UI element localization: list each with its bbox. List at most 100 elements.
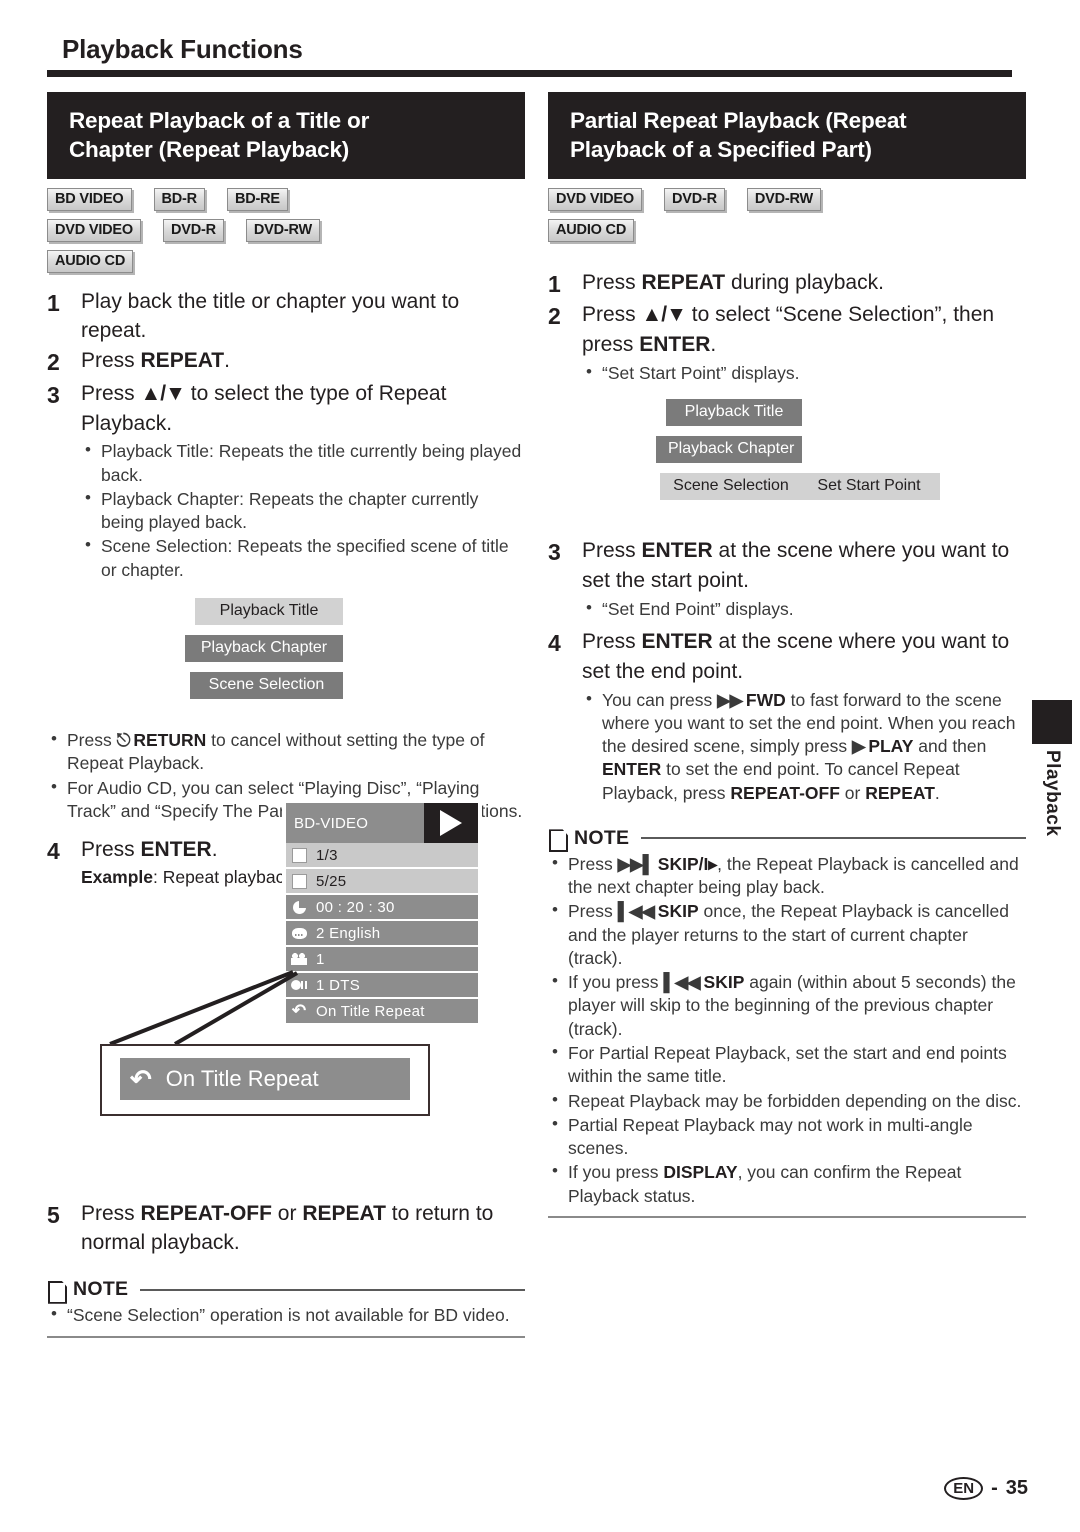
step-2: 2 Press REPEAT. [47,346,525,379]
step-text-a: Press [81,349,141,373]
disc-badge: BD VIDEO [47,187,132,211]
step-text: Press ▲/▼ to select the type of Repeat P… [81,379,525,439]
note-bottom-rule [47,1335,525,1338]
badge-row: AUDIO CD [548,218,1026,242]
step-number: 3 [47,381,60,408]
step-text-a: Press [582,303,642,327]
bullet-text-5: or [839,782,866,803]
bullet-item: You can press ▶▶ FWD to fast forward to … [582,688,1026,805]
disc-badge: AUDIO CD [548,218,635,242]
step-3: 3 Press ENTER at the scene where you wan… [548,536,1026,596]
bullet-item: “Set Start Point” displays. [582,361,1026,385]
bullet-item: Press ▶▶▌ SKIP/I▸, the Repeat Playback i… [548,852,1026,900]
key-name: ENTER [639,332,711,356]
running-head: Playback Functions [62,34,303,64]
step-number: 4 [548,629,561,656]
menu-chip-scene-selection[interactable]: Scene Selection [660,473,802,501]
osd-row-value: 5/25 [316,872,347,890]
badge-row: BD VIDEO BD-R BD-RE [47,187,525,211]
repeat-icon: ↶ [130,1064,152,1094]
time-clock-icon [286,900,312,914]
skip-back-icon: ▌◀◀ [663,972,704,993]
key-name: RETURN [133,730,207,750]
right-steps: 1 Press REPEAT during playback. 2 Press … [548,268,1026,386]
step-text: Press REPEAT during playback. [582,268,1026,301]
angle-camera-icon [286,953,312,965]
disc-badge: DVD-R [162,218,224,242]
note-rule [641,837,1026,840]
step-1: 1 Press REPEAT during playback. [548,268,1026,301]
disc-badge: DVD VIDEO [548,187,642,211]
key-name: ENTER [641,629,713,653]
osd-row-chapter: 5/25 [286,869,478,895]
title-square-icon [286,847,312,863]
step-text: Press ENTER at the scene where you want … [582,536,1026,596]
menu-chip-playback-chapter[interactable]: Playback Chapter [656,436,802,464]
disc-badge: BD-RE [226,187,288,211]
step-3: 3 Press ▲/▼ to select the type of Repeat… [47,379,525,439]
key-name: REPEAT-OFF [140,1201,272,1225]
audio-icon [286,979,312,991]
note-title: NOTE [574,826,630,849]
chip-row: Playback Title [47,598,525,635]
left-section-title: Repeat Playback of a Title or Chapter (R… [47,92,525,179]
key-name: REPEAT [865,782,935,803]
step-2: 2 Press ▲/▼ to select “Scene Selection”,… [548,300,1026,360]
disc-badge: AUDIO CD [47,249,134,273]
disc-badge: DVD-RW [245,218,321,242]
manual-page: Playback Functions Repeat Playback of a … [0,0,1080,1532]
menu-chip-scene-selection[interactable]: Scene Selection [190,672,343,699]
note-title: NOTE [73,1278,129,1301]
bullet-text-1: Press [568,901,618,922]
note-header: NOTE [47,1278,525,1301]
footer-separator: - [991,1477,998,1499]
note-bullets: “Scene Selection” operation is not avail… [47,1303,525,1327]
right-note-block: NOTE Press ▶▶▌ SKIP/I▸, the Repeat Playb… [548,827,1026,1218]
menu-chip-playback-title[interactable]: Playback Title [666,399,802,427]
menu-chip-playback-chapter[interactable]: Playback Chapter [185,635,343,662]
disc-badge: DVD VIDEO [47,218,141,242]
osd-row-value: 1 DTS [316,976,361,994]
note-bullets: Press ▶▶▌ SKIP/I▸, the Repeat Playback i… [548,852,1026,1208]
bullet-item: “Set End Point” displays. [582,597,1026,621]
return-icon: ⎋ [116,730,134,750]
osd-row-repeat: ↶ On Title Repeat [286,999,478,1023]
bullet-text-1: If you press [568,1162,664,1183]
callout-repeat-chip: ↶ On Title Repeat [120,1058,410,1100]
example-label: Example [81,866,153,887]
step-text-b: during playback. [725,270,884,294]
side-tab-label: Playback [1042,750,1063,837]
step-text: Press ENTER at the scene where you want … [582,627,1026,687]
osd-row-value: 2 English [316,924,381,942]
bullet-item: Repeat Playback may be forbidden dependi… [548,1089,1026,1113]
osd-row-angle: 1 [286,947,478,973]
key-name: REPEAT-OFF [730,782,840,803]
step-text-mid: or [271,1201,303,1225]
right-steps-2: 3 Press ENTER at the scene where you wan… [548,536,1026,805]
menu-chip-set-start-point[interactable]: Set Start Point [798,473,940,501]
bullet-item: Partial Repeat Playback may not work in … [548,1113,1026,1161]
updown-arrow-icon: ▲/▼ [641,303,687,327]
step-1: 1 Play back the title or chapter you wan… [47,287,525,347]
step-2-bullets: “Set Start Point” displays. [582,361,1026,385]
step-5: 5 Press REPEAT-OFF or REPEAT to return t… [47,1199,525,1259]
updown-arrow-icon: ▲/▼ [140,381,186,405]
left-disc-badges: BD VIDEO BD-R BD-RE DVD VIDEO DVD-R DVD-… [47,187,525,273]
step-number: 2 [47,349,60,376]
step-number: 3 [548,539,561,566]
step-text-a: Press [582,629,642,653]
step-number: 4 [47,838,60,865]
right-section-title-line2: Playback of a Specified Part) [570,137,872,163]
menu-chip-playback-title[interactable]: Playback Title [195,598,343,625]
key-name: SKIP [703,972,745,993]
play-icon [440,810,462,836]
skip-forward-icon: ▶▶▌ [617,853,658,874]
skip-back-icon: ▌◀◀ [617,901,658,922]
step-text-b: . [224,349,230,373]
step-number: 5 [47,1201,60,1228]
note-rule [140,1288,525,1291]
right-section-title: Partial Repeat Playback (Repeat Playback… [548,92,1026,179]
left-section-title-line2: Chapter (Repeat Playback) [69,137,350,163]
step-text: Press ▲/▼ to select “Scene Selection”, t… [582,300,1026,360]
note-bottom-rule [548,1215,1026,1218]
